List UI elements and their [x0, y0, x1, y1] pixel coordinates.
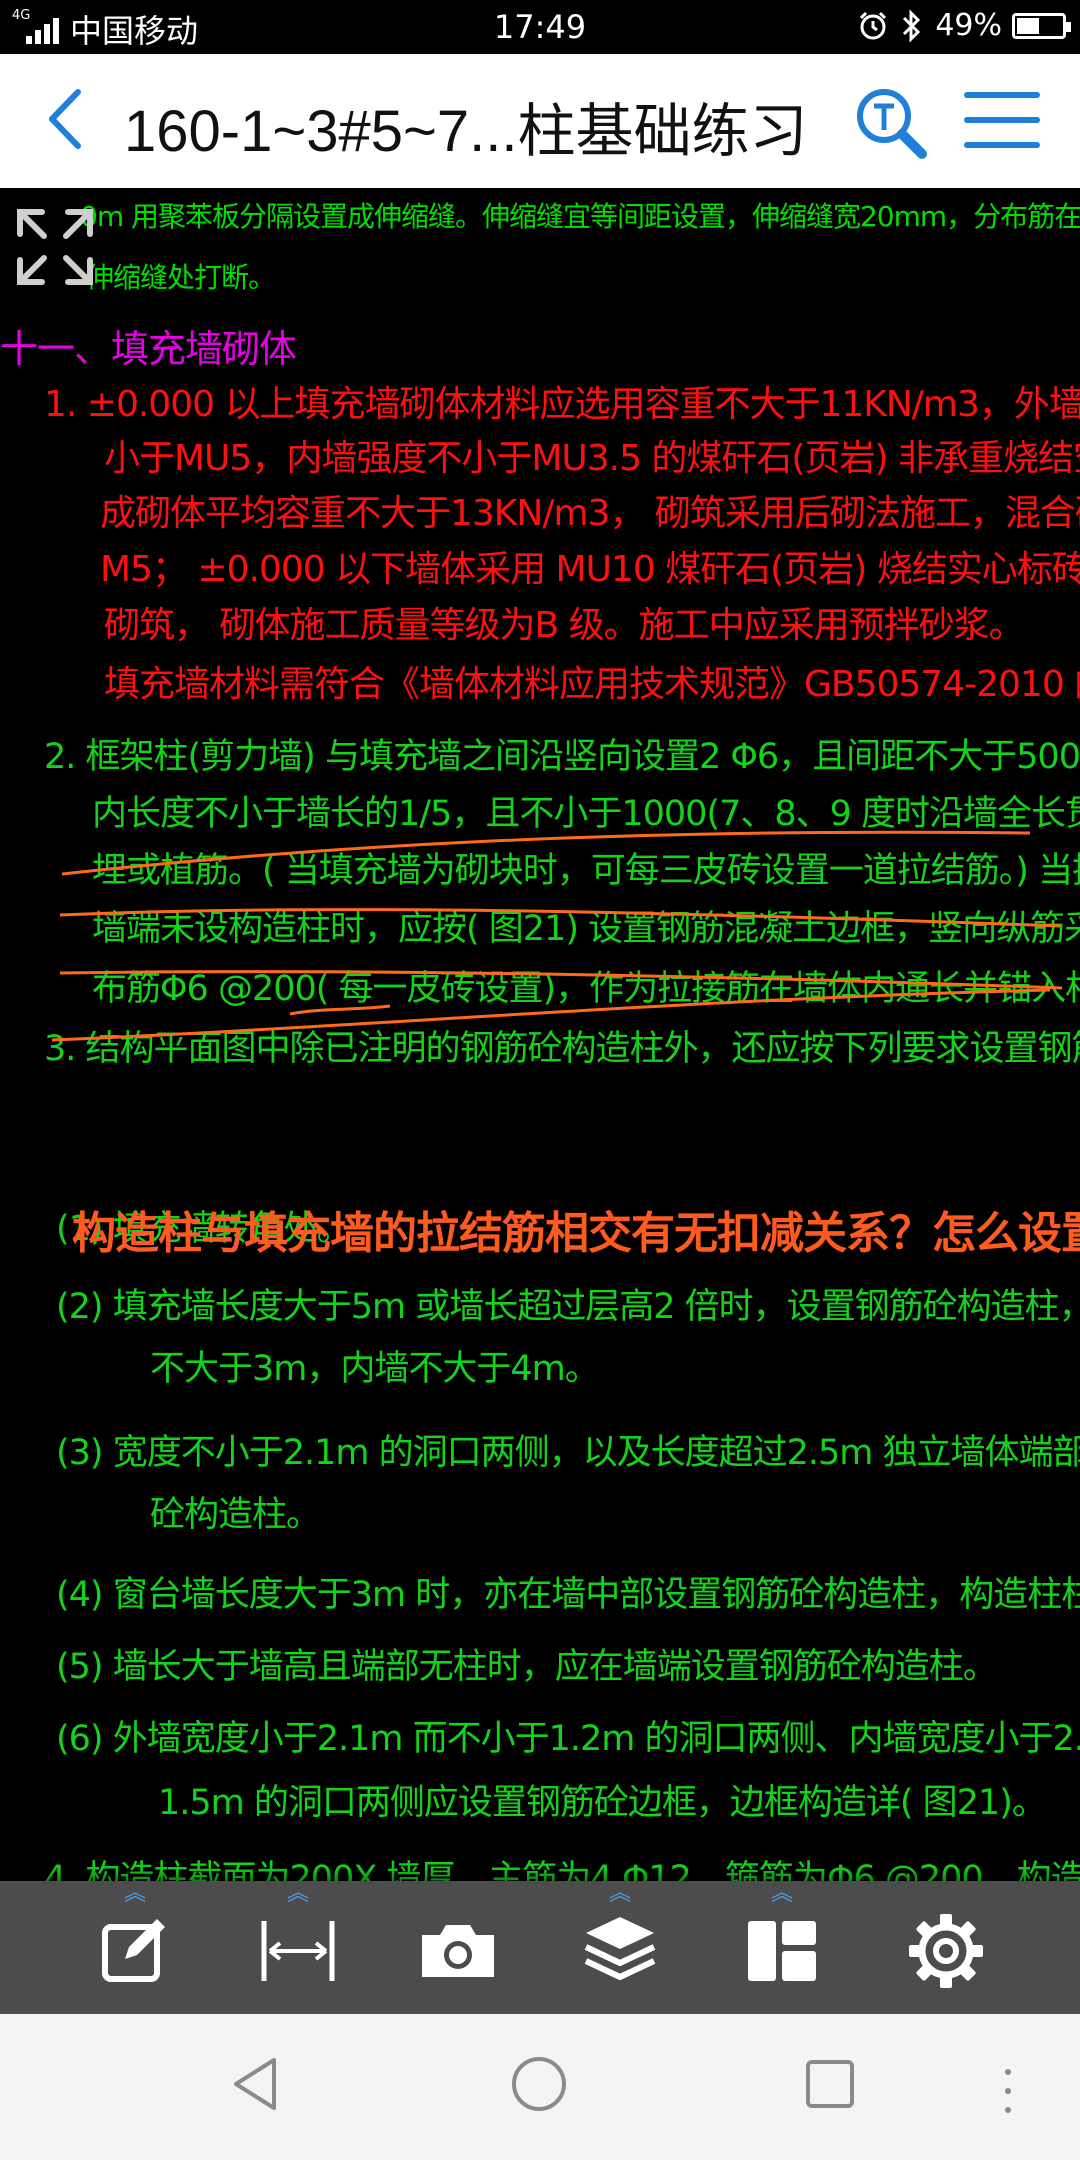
question-annotation: 构造柱与填充墙的拉结筋相交有无扣减关系？怎么设置？	[72, 1208, 1080, 1259]
status-right: 49%	[857, 8, 1071, 43]
bluetooth-icon	[903, 8, 921, 43]
system-back-button[interactable]	[226, 2054, 286, 2118]
status-bar: 4G 中国移动 17:49 49%	[0, 0, 1080, 54]
battery-percent: 49%	[935, 8, 1002, 43]
menu-button[interactable]	[964, 92, 1040, 152]
battery-fill	[1017, 17, 1039, 34]
camera-icon	[422, 1925, 494, 1977]
back-button[interactable]	[38, 84, 98, 154]
measure-icon	[261, 1921, 335, 1981]
menu-icon	[964, 92, 1040, 98]
layers-icon	[584, 1917, 656, 1980]
chevron-up-icon: ︽	[608, 1881, 631, 1906]
layers-tool-button[interactable]: ︽	[560, 1881, 680, 2014]
chevron-up-icon: ︽	[123, 1881, 146, 1906]
drawing-viewport[interactable]: 0m 用聚苯板分隔设置成伸缩缝。伸缩缝宜等间距设置，伸缩缝宽20mm，分布筋在伸…	[0, 188, 1080, 1881]
system-nav-bar	[0, 2014, 1080, 2160]
settings-tool-button[interactable]	[886, 1881, 1006, 2014]
chevron-up-icon: ︽	[770, 1881, 793, 1906]
chevron-left-icon	[49, 89, 81, 149]
page-title: 160-1~3#5~7...柱基础练习	[124, 99, 808, 164]
markup-underlines	[51, 830, 1063, 1042]
system-more-button[interactable]	[1000, 2066, 1016, 2120]
expand-icon	[17, 209, 93, 285]
fullscreen-button[interactable]	[14, 206, 96, 288]
more-vert-icon	[1005, 2069, 1011, 2113]
triangle-back-icon	[234, 2058, 276, 2110]
camera-tool-button[interactable]	[398, 1881, 518, 2014]
chevron-up-icon: ︽	[286, 1881, 309, 1906]
alarm-icon	[860, 11, 887, 39]
square-recents-icon	[806, 2060, 854, 2108]
app-header: 160-1~3#5~7...柱基础练习	[0, 54, 1080, 189]
bottom-toolbar: ︽ ︽ ︽ ︽	[0, 1881, 1080, 2014]
system-home-button[interactable]	[509, 2054, 569, 2118]
circle-home-icon	[512, 2057, 566, 2111]
layout-icon	[748, 1921, 816, 1981]
layout-tool-button[interactable]: ︽	[722, 1881, 842, 2014]
text-search-icon	[857, 89, 927, 159]
text-search-button[interactable]	[852, 84, 932, 164]
annotate-tool-button[interactable]: ︽	[75, 1881, 195, 2014]
measure-tool-button[interactable]: ︽	[238, 1881, 358, 2014]
settings-icon	[909, 1914, 983, 1988]
edit-icon	[102, 1919, 165, 1982]
battery-icon	[1012, 12, 1071, 39]
system-recents-button[interactable]	[800, 2054, 860, 2118]
